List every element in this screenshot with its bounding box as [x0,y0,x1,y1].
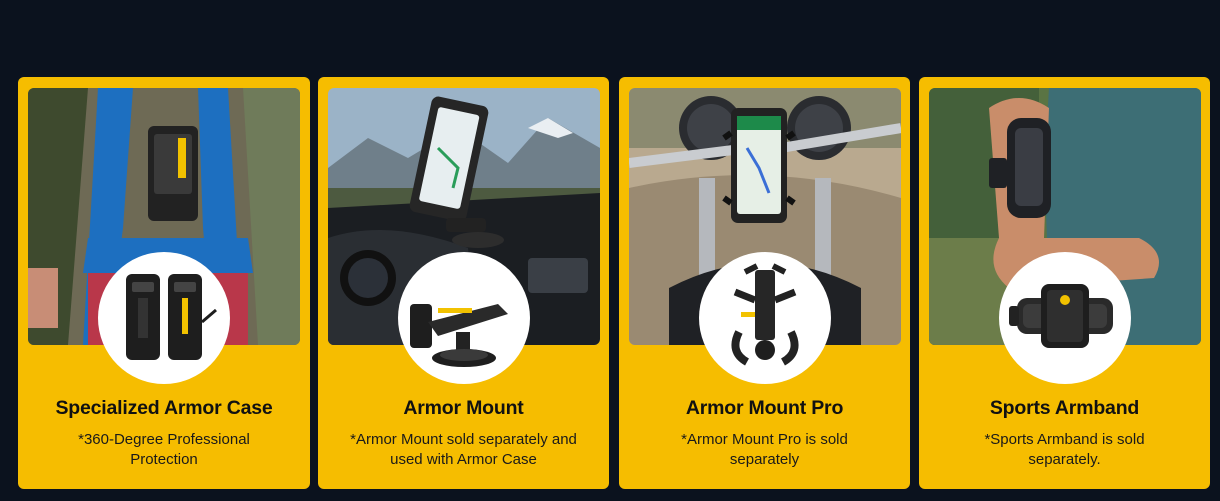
card-title: Sports Armband [989,397,1140,419]
card-note: *360-Degree Professional Protection [78,431,250,468]
card-note: *Armor Mount Pro is sold separately [681,431,848,468]
card-title: Armor Mount Pro [685,397,844,419]
handlebar-claw-mount-product-icon [698,252,831,384]
card-note: *Armor Mount sold separately and used wi… [350,431,577,468]
card-note: *Sports Armband is sold separately. [984,431,1145,468]
armband-holder-product-icon [998,252,1131,384]
card-title: Armor Mount [403,397,524,419]
card-title: Specialized Armor Case [55,397,273,419]
accessory-card-row: Specialized Armor Case *360-Degree Profe… [18,77,1210,489]
accessory-card-armor-case[interactable]: Specialized Armor Case *360-Degree Profe… [18,77,310,489]
accessory-card-armor-mount-pro[interactable]: Armor Mount Pro *Armor Mount Pro is sold… [619,77,910,489]
accessory-card-sports-armband[interactable]: Sports Armband *Sports Armband is sold s… [919,77,1210,489]
suction-dash-mount-product-icon [397,252,530,384]
armor-case-product-icon [98,252,230,384]
accessory-card-armor-mount[interactable]: Armor Mount *Armor Mount sold separately… [318,77,609,489]
